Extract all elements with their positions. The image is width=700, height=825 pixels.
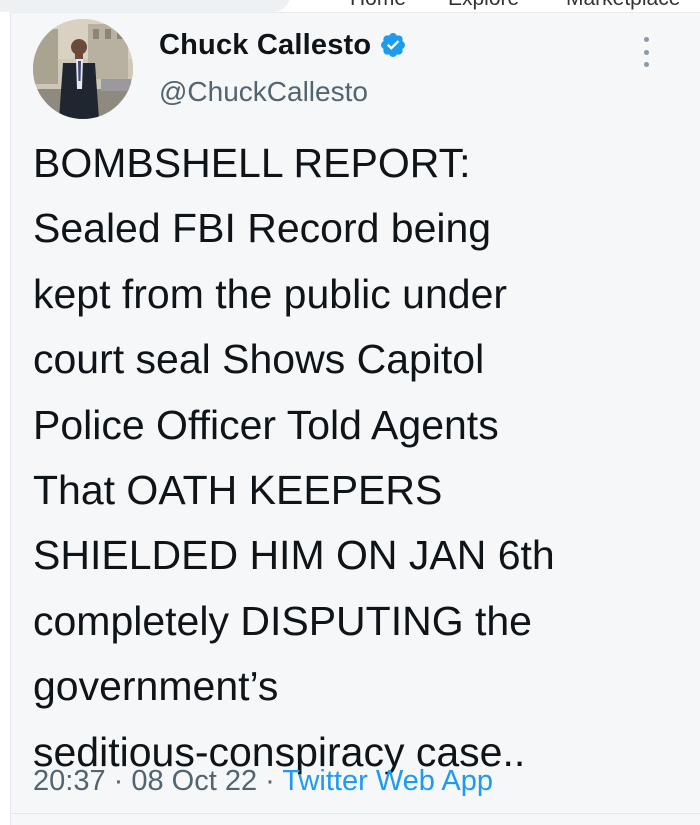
- nav-marketplace[interactable]: Marketplace: [566, 0, 680, 11]
- search-bar[interactable]: [0, 0, 290, 12]
- meta-separator: ·: [105, 765, 132, 797]
- nav-explore[interactable]: Explore: [448, 0, 519, 11]
- avatar[interactable]: [33, 19, 133, 119]
- author-name-row: Chuck Callesto: [159, 27, 407, 63]
- author-handle[interactable]: @ChuckCallesto: [159, 76, 368, 108]
- tweet-text: BOMBSHELL REPORT: Sealed FBI Record bein…: [33, 140, 555, 775]
- nav-home[interactable]: Home: [350, 0, 406, 11]
- tweet-meta: 20:37 · 08 Oct 22 · Twitter Web App: [33, 765, 493, 798]
- more-vertical-icon[interactable]: [641, 37, 651, 67]
- tweet-time[interactable]: 20:37: [33, 765, 106, 797]
- author-name[interactable]: Chuck Callesto: [159, 29, 371, 62]
- tweet-source-app[interactable]: Twitter Web App: [282, 765, 493, 797]
- tweet-date[interactable]: 08 Oct 22: [131, 765, 257, 797]
- meta-separator: ·: [257, 765, 283, 797]
- tweet-card: Chuck Callesto @ChuckCallesto BOMBSHELL …: [10, 12, 700, 825]
- divider: [11, 813, 700, 814]
- avatar-photo: [33, 19, 133, 119]
- verified-badge-icon: [381, 33, 406, 57]
